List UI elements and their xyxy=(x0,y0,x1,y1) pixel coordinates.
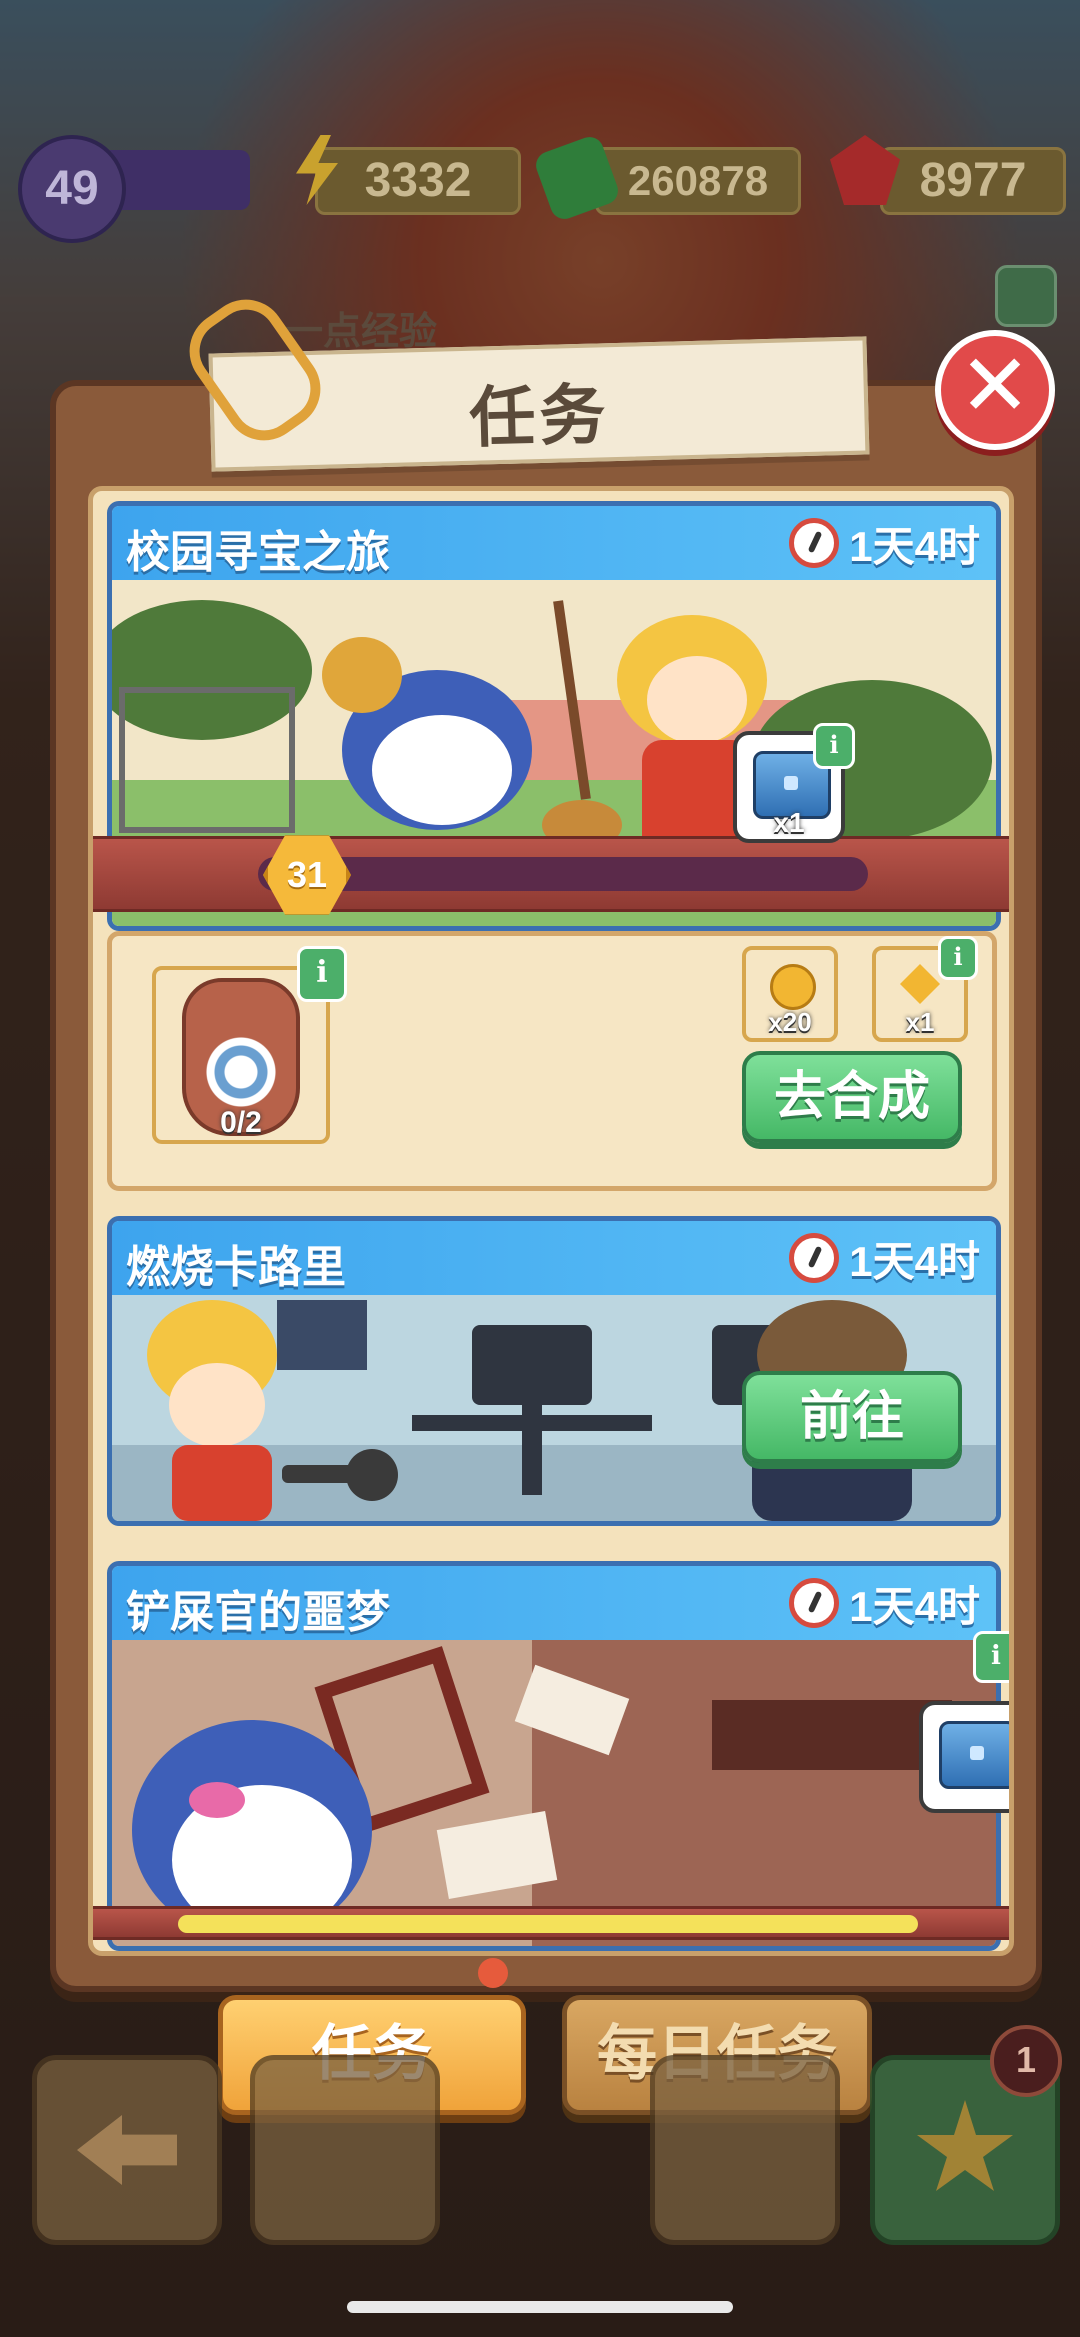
messy-room-scene-art xyxy=(112,1640,996,1946)
back-button[interactable] xyxy=(32,2055,222,2245)
task-title: 燃烧卡路里 xyxy=(126,1243,346,1292)
task-card-header: 校园寻宝之旅 1天4时 xyxy=(112,506,996,580)
cost-slot-coin: x20 xyxy=(742,946,838,1042)
merge-button[interactable]: 去合成 xyxy=(742,1051,962,1143)
task-card-header: 燃烧卡路里 1天4时 xyxy=(112,1221,996,1295)
clock-icon xyxy=(789,1233,840,1283)
task-title: 铲屎官的噩梦 xyxy=(126,1588,390,1637)
hourglass-icon xyxy=(900,964,940,1004)
merge-panel: 0/2 i x20 x1 i 去合成 xyxy=(107,931,997,1191)
shop-button[interactable] xyxy=(650,2055,840,2245)
treasure-chest-icon xyxy=(939,1721,1009,1789)
gem-value: 8977 xyxy=(919,154,1027,207)
energy-counter[interactable]: 3332 xyxy=(315,147,521,215)
close-button[interactable]: ✕ xyxy=(935,330,1055,450)
reward-info-icon[interactable]: i xyxy=(813,723,855,769)
reward-count: x1 xyxy=(773,807,805,838)
resource-bar: 49 3332 260878 8977 xyxy=(0,133,1080,243)
notification-dot xyxy=(478,1958,508,1988)
home-indicator[interactable] xyxy=(347,2301,733,2313)
task-card-header: 铲屎官的噩梦 1天4时 xyxy=(112,1566,996,1640)
task-timer: 1天4时 xyxy=(789,1231,980,1285)
cost-count-hourglass: x1 xyxy=(905,1007,935,1037)
task-timer-text: 1天4时 xyxy=(849,522,980,570)
task-reward-bubble[interactable] xyxy=(919,1701,1009,1813)
task-progress-fill xyxy=(178,1915,918,1933)
cost-info-icon[interactable]: i xyxy=(938,936,978,980)
clock-icon xyxy=(789,518,840,568)
task-timer-text: 1天4时 xyxy=(849,1582,980,1630)
task-illustration xyxy=(112,1640,996,1946)
energy-value: 3332 xyxy=(364,154,472,207)
reward-info-icon[interactable]: i xyxy=(973,1631,1009,1683)
task-card-litter-nightmare[interactable]: 铲屎官的噩梦 1天4时 xyxy=(107,1561,1001,1951)
task-timer: 1天4时 xyxy=(789,516,980,570)
cash-counter[interactable]: 260878 xyxy=(595,147,801,215)
gem-counter[interactable]: 8977 xyxy=(880,147,1066,215)
close-icon: ✕ xyxy=(958,338,1032,434)
arrow-left-icon xyxy=(77,2115,177,2185)
star-notification-badge: 1 xyxy=(990,2025,1062,2097)
background-quest-text: 一点经验 xyxy=(285,311,438,353)
task-modal: 校园寻宝之旅 1天4时 31 x1 i 0/2 i x20 x1 i 去合成 燃… xyxy=(50,380,1042,1992)
level-progress-bar xyxy=(110,150,250,210)
task-timer: 1天4时 xyxy=(789,1576,980,1630)
task-progress-band xyxy=(93,1906,1009,1940)
task-progress-band xyxy=(93,836,1009,912)
task-list[interactable]: 校园寻宝之旅 1天4时 31 x1 i 0/2 i x20 x1 i 去合成 燃… xyxy=(88,486,1014,1956)
inventory-button[interactable] xyxy=(250,2055,440,2245)
required-item-progress: 0/2 xyxy=(220,1106,262,1139)
player-level-badge: 49 xyxy=(18,135,126,243)
go-button[interactable]: 前往 xyxy=(742,1371,962,1463)
cash-value: 260878 xyxy=(627,157,769,204)
cost-count-coin: x20 xyxy=(768,1007,812,1037)
coin-icon xyxy=(770,964,816,1010)
task-title: 校园寻宝之旅 xyxy=(126,528,390,577)
task-timer-text: 1天4时 xyxy=(849,1237,980,1285)
background-info-icon xyxy=(995,265,1057,327)
task-card-burn-calories[interactable]: 燃烧卡路里 1天4时 前往 xyxy=(107,1216,1001,1526)
item-info-icon[interactable]: i xyxy=(297,946,347,1002)
star-icon xyxy=(917,2100,1013,2191)
clock-icon xyxy=(789,1578,840,1628)
